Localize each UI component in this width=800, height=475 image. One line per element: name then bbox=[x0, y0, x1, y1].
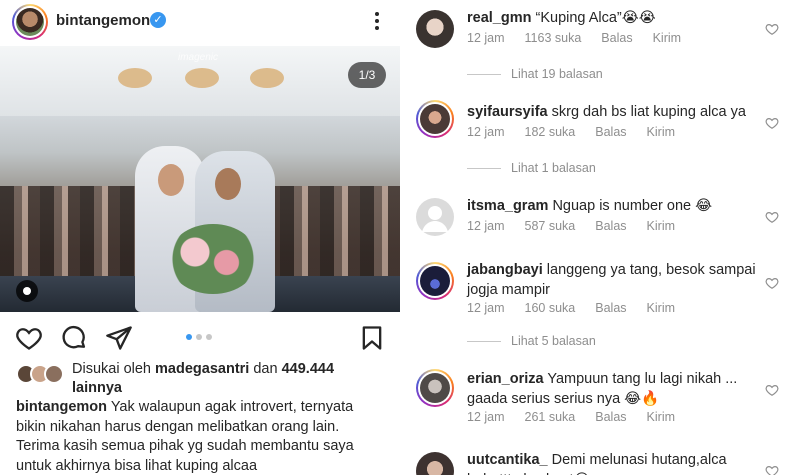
likes-conjunction: dan bbox=[253, 361, 278, 377]
post-panel: bintangemon ✓ imagenic 1/3 Disukai oleh … bbox=[0, 0, 400, 475]
heart-icon[interactable] bbox=[765, 276, 779, 290]
comment-body: itsma_gram Nguap is number one 😂 bbox=[467, 196, 757, 216]
reply-button[interactable]: Balas bbox=[595, 219, 626, 233]
comment-avatar[interactable] bbox=[416, 452, 454, 475]
likes-count[interactable]: 449.444 bbox=[282, 361, 334, 377]
chandelier bbox=[250, 68, 284, 88]
avatar-image bbox=[16, 8, 44, 36]
comment-likes[interactable]: 182 suka bbox=[525, 125, 576, 139]
comment-meta: 12 jam 1163 suka Balas Kirim bbox=[467, 31, 701, 45]
view-replies[interactable]: Lihat 5 balasan bbox=[467, 334, 596, 348]
send-button[interactable]: Kirim bbox=[647, 410, 675, 424]
heart-icon[interactable] bbox=[765, 116, 779, 130]
comment-text: Nguap is number one 😂 bbox=[552, 198, 713, 214]
heart-icon[interactable] bbox=[765, 22, 779, 36]
comment-likes[interactable]: 587 suka bbox=[525, 219, 576, 233]
send-button[interactable]: Kirim bbox=[647, 219, 675, 233]
likes-suffix[interactable]: lainnya bbox=[72, 380, 122, 396]
post-image[interactable]: imagenic 1/3 bbox=[0, 46, 400, 312]
user-tag-icon[interactable] bbox=[16, 280, 38, 302]
reply-button[interactable]: Balas bbox=[595, 125, 626, 139]
view-replies[interactable]: Lihat 1 balasan bbox=[467, 161, 596, 175]
caption-username[interactable]: bintangemon bbox=[16, 399, 107, 415]
view-replies-label[interactable]: Lihat 1 balasan bbox=[511, 161, 596, 175]
comment-username[interactable]: itsma_gram bbox=[467, 198, 548, 214]
view-replies-label[interactable]: Lihat 5 balasan bbox=[511, 334, 596, 348]
comment-body: real_gmn “Kuping Alca”😭😭 bbox=[467, 8, 757, 28]
comment-meta: 12 jam 587 suka Balas Kirim bbox=[467, 219, 695, 233]
comment-icon[interactable] bbox=[60, 324, 88, 352]
photo-face bbox=[158, 164, 184, 196]
carousel-dot bbox=[206, 334, 212, 340]
heart-icon[interactable] bbox=[765, 210, 779, 224]
comment-time: 12 jam bbox=[467, 125, 505, 139]
comment-username[interactable]: syifaursyifa bbox=[467, 104, 548, 120]
photo-face bbox=[215, 168, 241, 200]
avatar-inner bbox=[14, 6, 46, 38]
verified-badge-icon: ✓ bbox=[150, 12, 166, 28]
comment-username[interactable]: erian_oriza bbox=[467, 371, 544, 387]
chandelier bbox=[118, 68, 152, 88]
comment-body: erian_oriza Yampuun tang lu lagi nikah .… bbox=[467, 369, 757, 409]
comment-username[interactable]: jabangbayi bbox=[467, 262, 543, 278]
chandelier bbox=[185, 68, 219, 88]
comment-likes[interactable]: 1163 suka bbox=[525, 31, 582, 45]
liker-avatar bbox=[44, 364, 64, 384]
comments-panel: real_gmn “Kuping Alca”😭😭 12 jam 1163 suk… bbox=[400, 0, 800, 475]
likes-summary[interactable]: Disukai oleh madegasantri dan 449.444 la… bbox=[72, 360, 382, 398]
comment-username[interactable]: real_gmn bbox=[467, 10, 531, 26]
comment-text: “Kuping Alca”😭😭 bbox=[535, 10, 656, 26]
reply-button[interactable]: Balas bbox=[595, 410, 626, 424]
likes-user[interactable]: madegasantri bbox=[155, 361, 249, 377]
heart-icon[interactable] bbox=[765, 464, 779, 475]
comment-avatar[interactable] bbox=[416, 369, 454, 407]
reply-button[interactable]: Balas bbox=[595, 301, 626, 315]
photo-bouquet bbox=[168, 224, 258, 294]
post-username[interactable]: bintangemon bbox=[56, 12, 150, 29]
send-button[interactable]: Kirim bbox=[647, 301, 675, 315]
slide-counter: 1/3 bbox=[348, 62, 386, 88]
view-replies-label[interactable]: Lihat 19 balasan bbox=[511, 67, 603, 81]
post-header: bintangemon ✓ bbox=[0, 0, 400, 44]
carousel-dot bbox=[186, 334, 192, 340]
comment-avatar[interactable] bbox=[416, 100, 454, 138]
heart-icon[interactable] bbox=[765, 383, 779, 397]
comment-time: 12 jam bbox=[467, 31, 505, 45]
default-avatar-icon bbox=[422, 206, 448, 232]
comment-likes[interactable]: 261 suka bbox=[525, 410, 576, 424]
comment-body: jabangbayi langgeng ya tang, besok sampa… bbox=[467, 260, 757, 300]
comment-time: 12 jam bbox=[467, 410, 505, 424]
comment-avatar[interactable] bbox=[416, 10, 454, 48]
liker-avatars[interactable] bbox=[16, 364, 70, 384]
send-icon[interactable] bbox=[105, 324, 133, 352]
comment-avatar[interactable] bbox=[416, 262, 454, 300]
comment-body: uutcantika_ Demi melunasi hutang,alca be… bbox=[467, 450, 757, 475]
post-caption: bintangemon Yak walaupun agak introvert,… bbox=[16, 398, 386, 475]
comment-body: syifaursyifa skrg dah bs liat kuping alc… bbox=[467, 102, 757, 122]
likes-prefix: Disukai oleh bbox=[72, 361, 151, 377]
comment-meta: 12 jam 160 suka Balas Kirim bbox=[467, 301, 695, 315]
comment-meta: 12 jam 261 suka Balas Kirim bbox=[467, 410, 695, 424]
comment-likes[interactable]: 160 suka bbox=[525, 301, 576, 315]
comment-time: 12 jam bbox=[467, 219, 505, 233]
more-options-icon[interactable] bbox=[370, 10, 384, 32]
photo-watermark: imagenic bbox=[178, 52, 219, 63]
comment-meta: 12 jam 182 suka Balas Kirim bbox=[467, 125, 695, 139]
send-button[interactable]: Kirim bbox=[653, 31, 681, 45]
carousel-dots bbox=[186, 334, 212, 340]
reply-button[interactable]: Balas bbox=[601, 31, 632, 45]
profile-avatar[interactable] bbox=[12, 4, 48, 40]
post-actions bbox=[0, 320, 400, 356]
comment-username[interactable]: uutcantika_ bbox=[467, 452, 548, 468]
heart-icon[interactable] bbox=[15, 324, 43, 352]
comment-avatar[interactable] bbox=[416, 198, 454, 236]
send-button[interactable]: Kirim bbox=[647, 125, 675, 139]
comment-text: skrg dah bs liat kuping alca ya bbox=[551, 104, 746, 120]
comment-time: 12 jam bbox=[467, 301, 505, 315]
view-replies[interactable]: Lihat 19 balasan bbox=[467, 67, 603, 81]
bookmark-icon[interactable] bbox=[358, 324, 386, 352]
carousel-dot bbox=[196, 334, 202, 340]
